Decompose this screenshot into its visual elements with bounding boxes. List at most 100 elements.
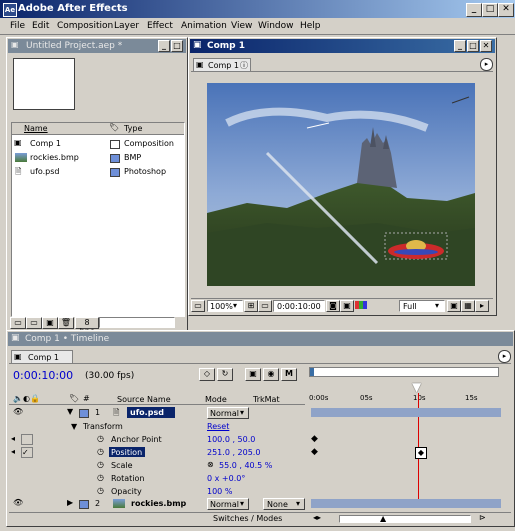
menu-window[interactable]: Window	[258, 21, 294, 31]
region-of-interest-icon[interactable]: ▣	[447, 300, 461, 312]
trkmat-select[interactable]: None ▾	[263, 498, 305, 510]
label-color-swatch[interactable]	[79, 409, 89, 418]
menu-animation[interactable]: Animation	[181, 21, 227, 31]
menu-view[interactable]: View	[231, 21, 252, 31]
resolution-select[interactable]: Full ▾	[399, 300, 445, 312]
minimize-button[interactable]: _	[466, 3, 482, 17]
stopwatch-icon[interactable]: ◷	[97, 460, 104, 469]
zoom-in-icon[interactable]: ⊳	[479, 513, 486, 522]
column-type-header[interactable]: Type	[124, 124, 142, 133]
keyframe-marker-selected[interactable]: ◆	[415, 447, 427, 459]
project-minimize-button[interactable]: _	[158, 40, 170, 52]
maximize-button[interactable]: □	[482, 3, 498, 17]
tab-comp-1[interactable]: ▣ Comp 1 ⓘ	[193, 58, 251, 71]
keyframe-marker[interactable]: ◆	[311, 447, 318, 457]
interpret-footage-button[interactable]: ▭	[10, 317, 26, 329]
transform-reset-link[interactable]: Reset	[207, 422, 229, 431]
comp-minimize-button[interactable]: _	[454, 40, 466, 52]
layer-duration-bar[interactable]	[311, 499, 501, 508]
switches-modes-toggle[interactable]: Switches / Modes	[213, 514, 282, 523]
keyframe-navigator-icon[interactable]: ◂	[11, 434, 15, 443]
project-item[interactable]: rockies.bmp BMP	[12, 152, 184, 164]
layer-row[interactable]: 👁 ▼ 1 🗎 ufo.psd Normal ▾	[9, 407, 507, 419]
stopwatch-icon[interactable]: ◷	[97, 447, 104, 456]
mode-select[interactable]: Normal ▾	[207, 498, 249, 510]
layer-name-selected[interactable]: ufo.psd	[127, 407, 175, 418]
project-maximize-button[interactable]: □	[171, 40, 183, 52]
new-comp-button[interactable]: ▣	[42, 317, 58, 329]
work-area-bar[interactable]	[309, 367, 499, 377]
menu-help[interactable]: Help	[300, 21, 321, 31]
comp-current-time[interactable]: 0:00:10:00	[273, 300, 325, 312]
twirl-closed-icon[interactable]: ▶	[67, 498, 73, 507]
new-folder-button[interactable]: ▭	[26, 317, 42, 329]
safe-zones-icon[interactable]: ▭	[191, 300, 205, 312]
grid-icon[interactable]: ⊞	[244, 300, 258, 312]
comp-viewer-frame[interactable]	[207, 83, 475, 286]
project-item[interactable]: ▣ Comp 1 Composition	[12, 138, 184, 150]
property-value[interactable]: 55.0 , 40.5 %	[219, 461, 272, 470]
current-time-display[interactable]: 0:00:10:00	[13, 369, 73, 382]
stopwatch-icon[interactable]: ◷	[97, 486, 104, 495]
channel-blue-icon[interactable]	[363, 301, 367, 309]
keyframe-marker[interactable]: ◆	[311, 434, 318, 444]
property-value[interactable]: 100.0 , 50.0	[207, 435, 255, 444]
keyframe-checkbox[interactable]	[21, 434, 33, 445]
bpc-toggle-button[interactable]: 8 bpc	[75, 317, 99, 336]
comp-flowchart-icon[interactable]: ▸	[475, 300, 489, 312]
live-update-icon[interactable]: ↻	[217, 368, 233, 381]
comp-marker-icon[interactable]: ◇	[199, 368, 215, 381]
menu-effect[interactable]: Effect	[147, 21, 173, 31]
menu-file[interactable]: File	[10, 21, 25, 31]
current-time-indicator[interactable]: ▼	[412, 380, 421, 394]
comp-close-button[interactable]: ✕	[480, 40, 492, 52]
transform-twirl-icon[interactable]: ▼	[71, 422, 77, 431]
lock-icon[interactable]: ⓘ	[240, 60, 248, 71]
keyframe-checkbox[interactable]: ✓	[21, 447, 33, 458]
close-button[interactable]: ✕	[498, 3, 514, 17]
visibility-eye-icon[interactable]: 👁	[13, 407, 23, 416]
menu-composition[interactable]: Composition	[57, 21, 113, 31]
label-column-icon[interactable]: 🏷	[109, 123, 119, 132]
property-value[interactable]: 0 x +0.0°	[207, 474, 245, 483]
snapshot-camera-icon[interactable]: ◙	[326, 300, 340, 312]
property-row[interactable]: ◷ Rotation 0 x +0.0°	[9, 473, 507, 484]
menu-layer[interactable]: Layer	[114, 21, 139, 31]
property-value[interactable]: 251.0 , 205.0	[207, 448, 260, 457]
zoom-out-icon[interactable]: ◂▸	[313, 513, 321, 522]
project-hscrollbar[interactable]	[99, 317, 175, 328]
visibility-eye-icon[interactable]: 👁	[13, 498, 23, 507]
mask-shape-icon[interactable]: ▭	[258, 300, 272, 312]
work-area-start-handle[interactable]	[310, 368, 314, 376]
column-name-header[interactable]: Name	[24, 124, 48, 133]
layer-name[interactable]: rockies.bmp	[131, 499, 186, 508]
constrain-proportions-icon[interactable]: ⊗	[207, 460, 214, 469]
slider-thumb-icon[interactable]: ▲	[380, 514, 386, 523]
stopwatch-icon[interactable]: ◷	[97, 434, 104, 443]
mode-select[interactable]: Normal ▾	[207, 407, 249, 419]
layer-duration-bar[interactable]	[311, 408, 501, 417]
shy-layers-icon[interactable]: ◉	[263, 368, 279, 381]
twirl-open-icon[interactable]: ▼	[67, 407, 73, 416]
property-name-selected[interactable]: Position	[109, 447, 145, 457]
property-row[interactable]: ◂ ◷ Anchor Point 100.0 , 50.0 ◆	[9, 434, 507, 445]
stopwatch-icon[interactable]: ◷	[97, 473, 104, 482]
draft-3d-icon[interactable]: ▣	[245, 368, 261, 381]
motion-blur-icon[interactable]: M	[281, 368, 297, 381]
property-row[interactable]: ◂ ✓ ◷ Position 251.0 , 205.0 ◆ ◆	[9, 447, 507, 459]
tab-timeline-comp-1[interactable]: ▣ Comp 1	[11, 350, 73, 363]
show-snapshot-icon[interactable]: ▣	[340, 300, 354, 312]
trash-icon[interactable]: 🗑	[58, 317, 74, 329]
comp-maximize-button[interactable]: □	[467, 40, 479, 52]
menu-edit[interactable]: Edit	[32, 21, 49, 31]
layer-row[interactable]: 👁 ▶ 2 rockies.bmp Normal ▾ None ▾	[9, 498, 507, 510]
property-row[interactable]: ◷ Scale ⊗ 55.0 , 40.5 %	[9, 460, 507, 471]
transparency-grid-icon[interactable]: ▦	[461, 300, 475, 312]
zoom-select[interactable]: 100% ▾	[207, 300, 243, 312]
time-zoom-slider[interactable]: ▲	[339, 514, 471, 523]
property-value[interactable]: 100 %	[207, 487, 232, 496]
label-color-swatch[interactable]	[79, 500, 89, 509]
project-item[interactable]: 🗎 ufo.psd Photoshop	[12, 166, 184, 178]
panel-menu-arrow-icon[interactable]: ▸	[498, 350, 511, 363]
source-name-header[interactable]: Source Name	[117, 395, 171, 404]
